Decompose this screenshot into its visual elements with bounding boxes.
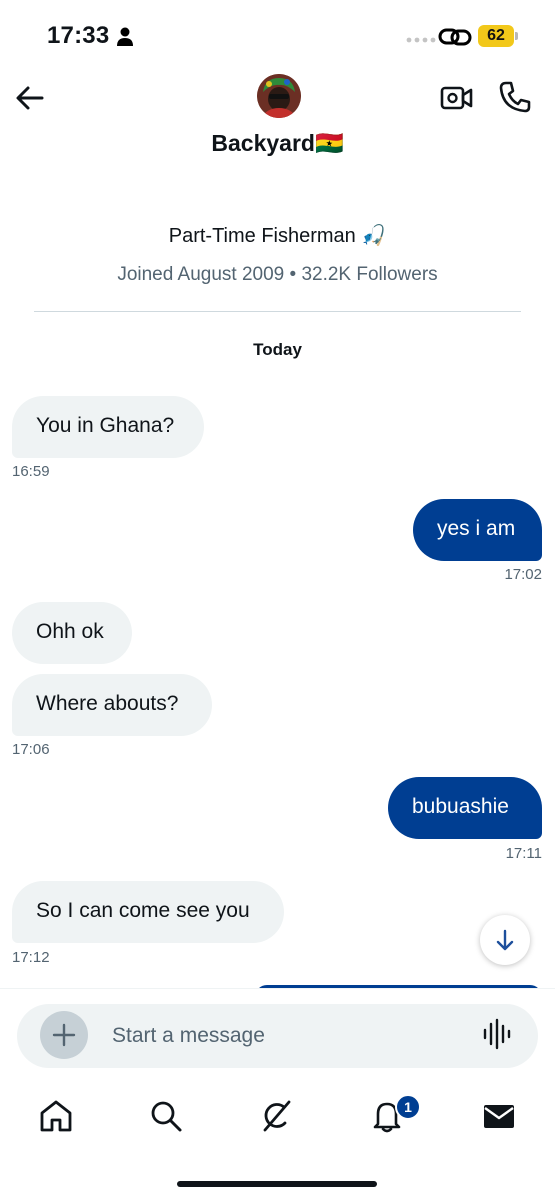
profile-name[interactable]: Backyard🇬🇭 [0,130,555,157]
message-input[interactable] [112,1023,442,1049]
message-incoming[interactable]: Ohh ok [12,602,132,664]
add-media-button[interactable] [40,1011,88,1059]
envelope-icon[interactable] [481,1098,517,1134]
message-timestamp: 17:11 [505,845,542,862]
profile-bio: Part-Time Fisherman 🎣 [168,225,387,247]
personal-hotspot-icon [438,28,472,46]
notification-badge: 1 [395,1094,421,1120]
message-incoming[interactable]: Where abouts? [12,674,212,736]
message-timestamp: 17:02 [504,566,542,583]
divider [34,311,521,312]
back-button[interactable] [14,82,46,114]
profile-meta: Joined August 2009 • 32.2K Followers [117,264,438,285]
message-outgoing[interactable]: bubuashie [388,777,542,839]
video-camera-icon[interactable] [440,82,474,114]
phone-icon[interactable] [498,80,532,114]
status-time: 17:33 [47,22,110,49]
date-separator: Today [253,340,302,359]
home-icon[interactable] [38,1098,74,1134]
message-timestamp: 17:12 [12,949,50,966]
arrow-down-icon [496,929,514,951]
message-timestamp: 16:59 [12,463,50,480]
avatar[interactable] [257,74,301,118]
plus-icon [52,1023,76,1047]
person-icon [117,27,133,46]
message-outgoing[interactable]: yes i am [413,499,542,561]
signal-icon [406,37,436,43]
battery-indicator: 62 [478,25,514,47]
message-timestamp: 17:06 [12,741,50,758]
battery-tip [515,32,518,40]
message-incoming[interactable]: You in Ghana? [12,396,204,458]
message-incoming[interactable]: So I can come see you [12,881,284,943]
scroll-to-bottom-button[interactable] [480,915,530,965]
grok-icon[interactable] [258,1098,294,1134]
home-indicator [177,1181,377,1187]
voice-message-icon[interactable] [482,1018,512,1050]
search-icon[interactable] [148,1098,184,1134]
